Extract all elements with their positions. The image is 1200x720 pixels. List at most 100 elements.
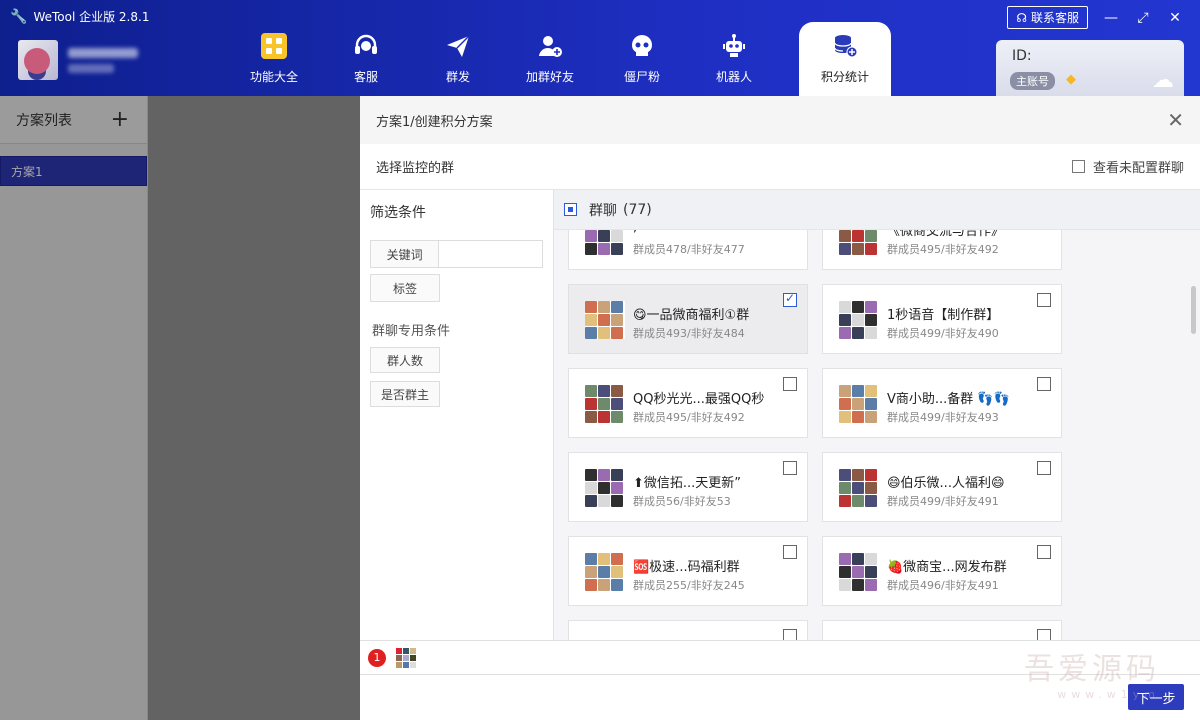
group-card[interactable]: 😄伯乐微...人福利😄 群成员499/非好友491 (822, 452, 1062, 522)
diamond-icon: ◆ (1066, 72, 1076, 87)
group-name: ⬆微信拓...天更新” (633, 476, 742, 491)
contact-support-button[interactable]: ☊ 联系客服 (1007, 6, 1088, 29)
group-list-panel: 群聊 (77) , 群成员478/非好友477 《微商交流与合作》群成员495/非好… (554, 190, 1200, 640)
group-member-stats: 群成员478/非好友477 (633, 243, 745, 256)
group-checkbox[interactable] (1037, 629, 1051, 640)
grid-icon (260, 32, 288, 60)
group-card[interactable]: 🆘极速...码福利群 群成员255/非好友245 (568, 536, 808, 606)
tag-filter-button[interactable]: 标签 (370, 274, 440, 302)
nav-tab-robot[interactable]: 机器人 (688, 22, 780, 96)
group-name: 🆘极速...码福利群 (633, 560, 740, 575)
send-icon (444, 32, 472, 60)
group-checkbox[interactable] (1037, 377, 1051, 391)
group-member-stats: 群成员499/非好友491 (887, 495, 999, 508)
group-member-stats: 群成员499/非好友490 (887, 327, 999, 340)
group-name: V商小助...备群 👣👣 (887, 392, 1010, 407)
selected-group-thumbnail[interactable] (396, 647, 416, 668)
main-nav: 功能大全 客服 群发 加群好友 僵尸粉 机器人 积分统计 (228, 22, 891, 96)
group-avatar (839, 385, 879, 423)
nav-tab-label: 机器人 (715, 70, 752, 84)
top-header: 🔧 WeTool 企业版 2.8.1 功能大全 客服 群发 加群好友 僵尸粉 机… (0, 0, 1200, 96)
headset-icon (352, 32, 380, 60)
close-window-icon[interactable]: ✕ (1166, 10, 1184, 26)
group-name: 《微商交流与合作》 (887, 230, 1005, 239)
group-card[interactable]: 1秒语音【制作群】 群成员499/非好友490 (822, 284, 1062, 354)
nav-tab-label: 客服 (353, 70, 378, 84)
is-owner-filter-button[interactable]: 是否群主 (370, 381, 440, 407)
close-dialog-icon[interactable]: ✕ (1167, 108, 1184, 132)
group-list-label: 群聊 (589, 202, 617, 219)
group-avatar (585, 385, 625, 423)
nav-tab-customer-service[interactable]: 客服 (320, 22, 412, 96)
group-member-stats: 群成员495/非好友492 (633, 411, 745, 424)
view-unconfigured-toggle[interactable]: 查看未配置群聊 (1071, 157, 1184, 176)
group-card[interactable]: V商小助...备群 👣👣 群成员499/非好友493 (822, 368, 1062, 438)
member-count-filter-button[interactable]: 群人数 (370, 347, 440, 373)
group-avatar (585, 230, 625, 255)
nav-tab-label: 功能大全 (249, 70, 298, 84)
robot-icon (720, 32, 748, 60)
group-card[interactable]: 《微商交流与合作》群成员495/非好友492 (822, 230, 1062, 270)
filter-panel: 筛选条件 关键词 标签 群聊专用条件 群人数 是否群主 (360, 190, 554, 640)
group-checkbox[interactable] (1037, 461, 1051, 475)
group-name: 😋一品微商福利①群 (633, 308, 750, 323)
group-checkbox[interactable] (783, 291, 797, 307)
maximize-icon[interactable]: ⤢ (1134, 10, 1152, 26)
group-list-header: 群聊 (77) (554, 190, 1200, 230)
user-profile[interactable] (18, 40, 138, 80)
group-card[interactable]: , 群成员478/非好友477 (568, 230, 808, 270)
wrench-icon: 🔧 (10, 8, 28, 25)
group-count: (77) (623, 201, 652, 218)
group-card[interactable] (568, 620, 808, 640)
nav-tab-add-friends[interactable]: 加群好友 (504, 22, 596, 96)
keyword-button[interactable]: 关键词 (370, 240, 440, 268)
nav-tab-zombie-fans[interactable]: 僵尸粉 (596, 22, 688, 96)
keyword-input[interactable] (439, 240, 543, 268)
group-card[interactable]: QQ秒光光...最强QQ秒 群成员495/非好友492 (568, 368, 808, 438)
group-checkbox[interactable] (783, 629, 797, 640)
nav-tab-mass-send[interactable]: 群发 (412, 22, 504, 96)
window-controls: ☊ 联系客服 — ⤢ ✕ (1007, 6, 1184, 29)
nav-tab-label: 加群好友 (525, 70, 574, 84)
main-account-badge: 主账号 (1010, 72, 1055, 90)
database-icon (831, 32, 859, 60)
support-icon: ☊ (1016, 10, 1027, 25)
group-name: 😄伯乐微...人福利😄 (887, 476, 1005, 491)
group-member-stats: 群成员499/非好友493 (887, 411, 999, 424)
group-checkbox[interactable] (1037, 293, 1051, 307)
dialog-title: 方案1/创建积分方案 (376, 114, 493, 130)
modal-overlay[interactable] (0, 96, 360, 720)
group-name: 🍓微商宝...网发布群 (887, 560, 1007, 575)
filter-title: 筛选条件 (370, 205, 426, 221)
group-conditions-title: 群聊专用条件 (372, 324, 451, 339)
group-name: 1秒语音【制作群】 (887, 308, 1000, 323)
group-checkbox[interactable] (783, 377, 797, 391)
view-unconfigured-checkbox[interactable] (1071, 160, 1085, 173)
group-scroll-area[interactable]: , 群成员478/非好友477 《微商交流与合作》群成员495/非好友492 😋一品微… (554, 230, 1200, 640)
group-card[interactable]: 🍓微商宝...网发布群 群成员496/非好友491 (822, 536, 1062, 606)
group-card[interactable]: ⬆微信拓...天更新” 群成员56/非好友53 (568, 452, 808, 522)
account-card[interactable]: ID: 主账号 ◆ ☁ (996, 40, 1184, 96)
group-name: QQ秒光光...最强QQ秒 (633, 392, 765, 407)
watermark: 吾爱源码 (1024, 652, 1160, 687)
nav-tab-label: 群发 (445, 70, 470, 84)
group-checkbox[interactable] (783, 545, 797, 559)
group-card[interactable]: 😋一品微商福利①群 群成员493/非好友484 (568, 284, 808, 354)
app-title: 🔧 WeTool 企业版 2.8.1 (10, 8, 149, 25)
scrollbar-thumb[interactable] (1191, 286, 1196, 334)
nav-tab-label: 积分统计 (820, 70, 869, 84)
section-label: 选择监控的群 (376, 161, 455, 176)
blurred-status (68, 63, 114, 73)
group-avatar (839, 469, 879, 507)
group-member-stats: 群成员495/非好友492 (887, 243, 999, 256)
nav-tab-features[interactable]: 功能大全 (228, 22, 320, 96)
minimize-icon[interactable]: — (1102, 10, 1120, 26)
group-card[interactable] (822, 620, 1062, 640)
dialog-header: 方案1/创建积分方案 ✕ (360, 96, 1200, 144)
select-all-checkbox[interactable] (564, 203, 577, 216)
group-checkbox[interactable] (1037, 545, 1051, 559)
group-checkbox[interactable] (783, 461, 797, 475)
avatar[interactable] (18, 40, 58, 80)
blurred-nickname (68, 47, 138, 58)
nav-tab-points-stats[interactable]: 积分统计 (799, 22, 891, 96)
